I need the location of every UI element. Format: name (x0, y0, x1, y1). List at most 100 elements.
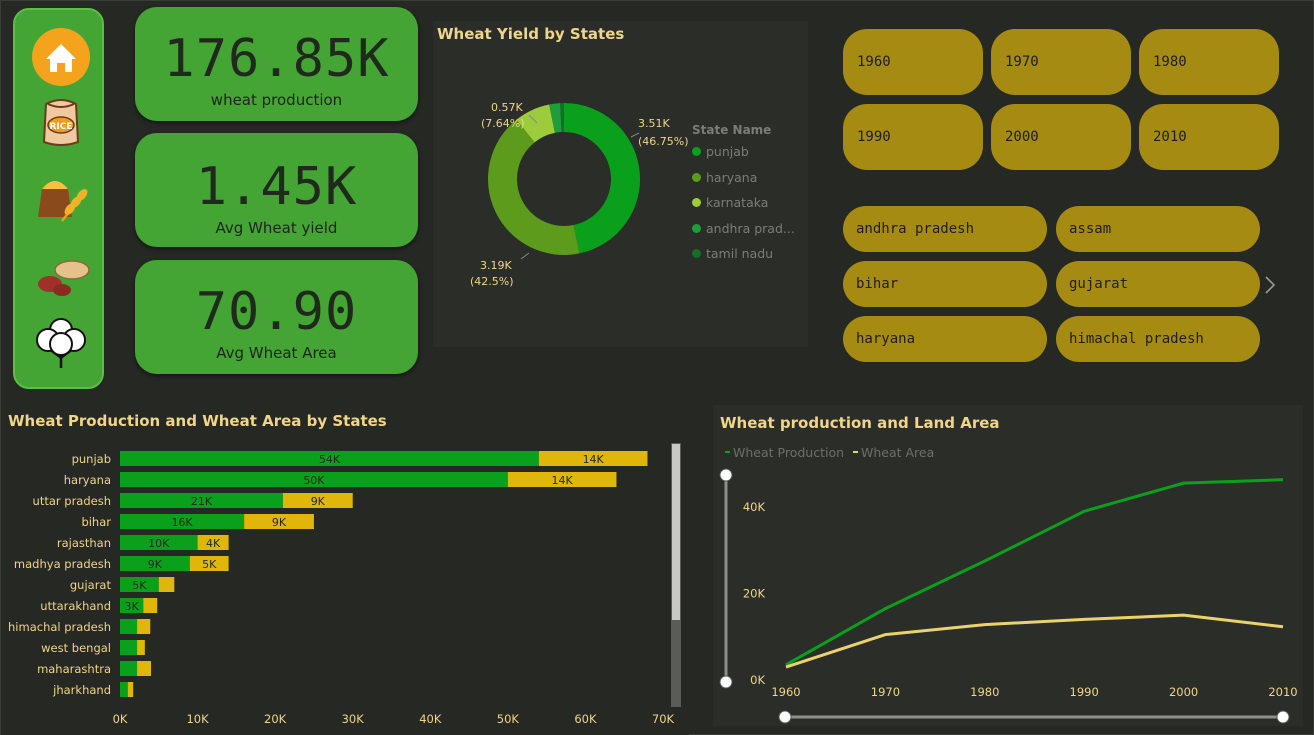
year-button-1970[interactable]: 1970 (991, 29, 1131, 95)
donut-chart-panel: Wheat Yield by States 3.51K (46.75%) 3.1… (433, 21, 808, 347)
bar-segment-production[interactable] (120, 640, 138, 655)
y-range-slider-handle-bottom[interactable] (719, 675, 733, 689)
bar-chart-panel: Wheat Production and Wheat Area by State… (1, 405, 689, 735)
legend-item[interactable]: tamil nadu (692, 241, 795, 267)
wheat-flour-icon[interactable] (32, 167, 90, 225)
dashboard-page: RICE 176.85K wheat production 1.45K Avg … (0, 0, 1314, 735)
bar-chart[interactable]: punjab 54K 14K haryana 50K 14K uttar pradesh 21… (1, 405, 689, 735)
state-button-himachal-pradesh[interactable]: himachal pradesh (1056, 316, 1260, 362)
chevron-right-icon[interactable] (1263, 275, 1277, 295)
karnataka-value-label: 0.57K (491, 101, 523, 114)
bar-segment-area[interactable] (158, 577, 175, 592)
x-tick-label: 0K (113, 712, 128, 726)
x-tick-label: 1980 (970, 685, 999, 699)
year-button-1960[interactable]: 1960 (843, 29, 983, 95)
line-chart-panel: Wheat production and Land Area Wheat Pro… (713, 405, 1303, 726)
bar-segment-area[interactable] (137, 619, 151, 634)
haryana-value-label: 3.19K (480, 259, 512, 272)
legend-item[interactable]: punjab (692, 139, 795, 165)
x-tick-label: 50K (497, 712, 520, 726)
bar-data-label: 9K (148, 558, 163, 571)
year-button-1990[interactable]: 1990 (843, 104, 983, 170)
kpi-value: 176.85K (163, 29, 390, 89)
line-series-production[interactable] (785, 478, 1284, 667)
bar-data-label: 16K (171, 516, 193, 529)
bar-segment-area[interactable] (143, 598, 158, 613)
bar-segment-area[interactable] (137, 640, 145, 655)
x-tick-label: 2000 (1169, 685, 1198, 699)
year-button-2000[interactable]: 2000 (991, 104, 1131, 170)
legend-dot (692, 198, 701, 208)
bar-data-label: 5K (202, 558, 217, 571)
bar-segment-production[interactable] (120, 682, 128, 697)
home-icon[interactable] (32, 28, 90, 86)
kpi-label: Avg Wheat yield (215, 219, 338, 237)
year-button-1980[interactable]: 1980 (1139, 29, 1279, 95)
cotton-icon[interactable] (32, 310, 90, 368)
x-tick-label: 30K (342, 712, 365, 726)
legend-dot (692, 223, 701, 233)
state-button-bihar[interactable]: bihar (843, 261, 1047, 307)
kpi-wheat-production: 176.85K wheat production (135, 7, 418, 121)
bar-data-label: 21K (191, 495, 213, 508)
bar-data-label: 4K (206, 537, 221, 550)
legend-label[interactable]: Wheat Area (861, 445, 934, 460)
x-range-slider-handle-left[interactable] (778, 710, 792, 724)
rice-label: RICE (49, 122, 72, 132)
x-tick-label: 40K (419, 712, 442, 726)
state-button-assam[interactable]: assam (1056, 206, 1260, 252)
kpi-value: 1.45K (195, 157, 358, 217)
scrollbar-thumb[interactable] (672, 444, 680, 620)
bar-category-label: west bengal (41, 641, 111, 655)
haryana-leader-line (520, 252, 530, 260)
y-tick-label: 40K (743, 500, 766, 514)
bar-segment-area[interactable] (137, 661, 152, 676)
karnataka-pct-label: (7.64%) (481, 117, 525, 130)
legend-dot (692, 147, 701, 157)
legend-label: karnataka (706, 195, 769, 211)
rice-bag-icon[interactable]: RICE (32, 92, 90, 150)
legend-title: State Name (692, 123, 772, 137)
bar-segment-area[interactable] (127, 682, 134, 697)
x-tick-label: 1960 (771, 685, 800, 699)
bar-category-label: punjab (72, 452, 111, 466)
legend-item[interactable]: andhra prad... (692, 216, 795, 242)
y-range-slider-handle-top[interactable] (719, 468, 733, 482)
bar-data-label: 14K (552, 474, 574, 487)
peanut-icon[interactable] (32, 246, 90, 304)
kpi-avg-wheat-yield: 1.45K Avg Wheat yield (135, 133, 418, 247)
bar-data-label: 50K (303, 474, 325, 487)
x-tick-label: 60K (574, 712, 597, 726)
donut-slice-punjab[interactable] (564, 103, 640, 254)
bar-data-label: 3K (125, 600, 140, 613)
y-tick-label: 20K (743, 586, 766, 600)
state-button-andhra-pradesh[interactable]: andhra pradesh (843, 206, 1047, 252)
x-range-slider-handle-right[interactable] (1276, 710, 1290, 724)
kpi-value: 70.90 (195, 282, 358, 342)
bar-category-label: jharkhand (52, 683, 111, 697)
legend-item[interactable]: karnataka (692, 190, 795, 216)
year-button-2010[interactable]: 2010 (1139, 104, 1279, 170)
bar-category-label: uttar pradesh (33, 494, 111, 508)
y-tick-label: 0K (750, 673, 765, 687)
bar-category-label: gujarat (70, 578, 112, 592)
legend-item[interactable]: haryana (692, 165, 795, 191)
bar-segment-production[interactable] (120, 661, 138, 676)
line-chart[interactable]: Wheat Production Wheat Area 0K 20K 40K 1960 19… (713, 405, 1303, 726)
legend-label[interactable]: Wheat Production (733, 445, 844, 460)
state-button-gujarat[interactable]: gujarat (1056, 261, 1260, 307)
bar-category-label: madhya pradesh (14, 557, 111, 571)
bar-segment-production[interactable] (120, 619, 138, 634)
state-button-haryana[interactable]: haryana (843, 316, 1047, 362)
legend-label: andhra prad... (706, 220, 795, 236)
bar-category-label: bihar (81, 515, 111, 529)
donut-legend: State Name punjab haryana karnataka andhra … (692, 123, 795, 267)
x-tick-label: 70K (652, 712, 675, 726)
kpi-label: wheat production (210, 91, 343, 109)
bar-data-label: 54K (319, 453, 341, 466)
legend-dot (692, 172, 701, 182)
legend-label: punjab (706, 144, 749, 160)
bar-data-label: 10K (148, 537, 170, 550)
kpi-avg-wheat-area: 70.90 Avg Wheat Area (135, 260, 418, 374)
nav-rail: RICE (13, 8, 104, 389)
